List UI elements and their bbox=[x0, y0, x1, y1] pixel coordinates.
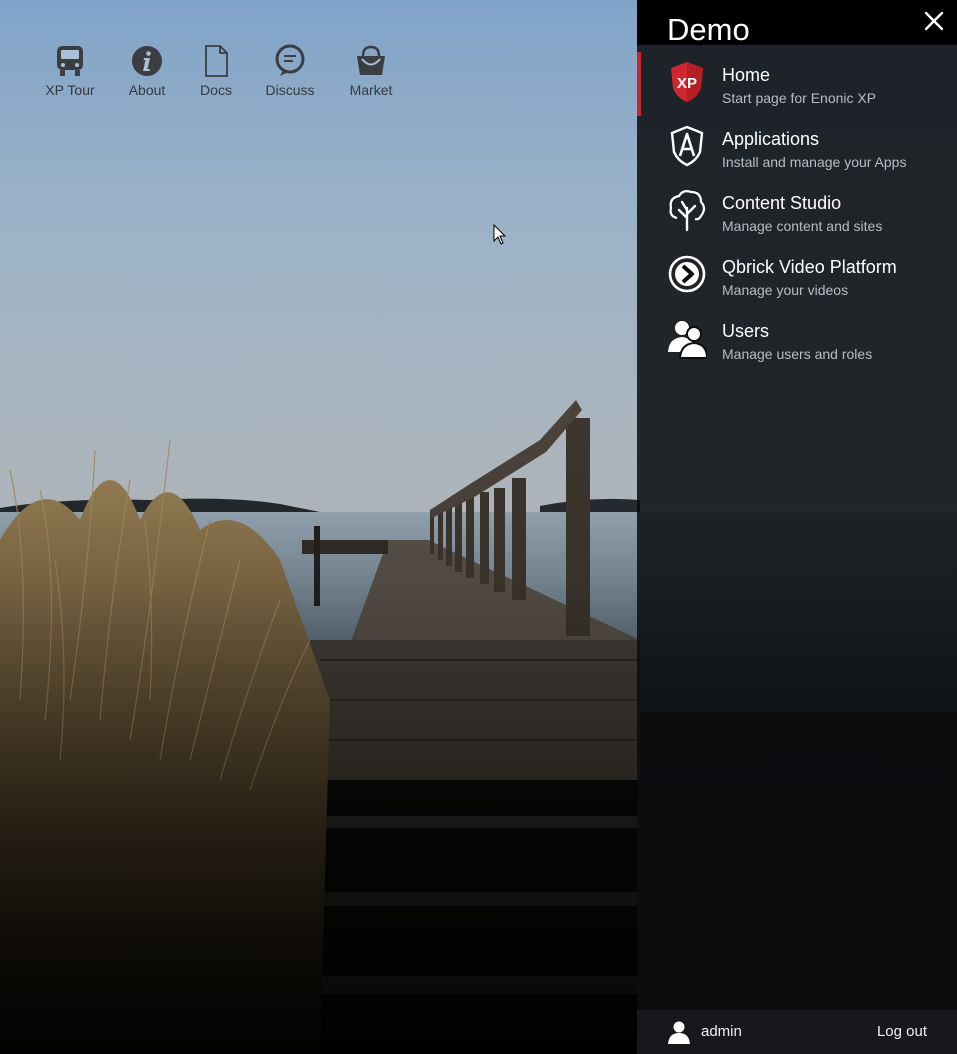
app-description: Manage your videos bbox=[722, 282, 849, 298]
chat-bubble-icon bbox=[275, 44, 305, 76]
info-icon bbox=[132, 46, 162, 76]
svg-text:XP: XP bbox=[677, 75, 697, 92]
about-label: About bbox=[128, 82, 166, 98]
user-icon bbox=[668, 1021, 690, 1044]
launcher-title: Demo bbox=[667, 12, 750, 47]
tree-icon bbox=[669, 190, 706, 232]
app-name: Home bbox=[722, 65, 771, 85]
market-label: Market bbox=[349, 82, 393, 98]
app-item-qbrick-video-platform[interactable]: Qbrick Video Platform Manage your videos bbox=[637, 244, 957, 308]
xp-tour-label: XP Tour bbox=[45, 82, 95, 98]
xp-tour-button[interactable]: XP Tour bbox=[35, 44, 105, 98]
mouse-cursor-icon bbox=[493, 224, 507, 245]
app-item-applications[interactable]: Applications Install and manage your App… bbox=[637, 116, 957, 180]
xp-shield-icon: XP bbox=[671, 62, 703, 102]
app-name: Applications bbox=[722, 129, 820, 149]
basket-icon bbox=[357, 45, 385, 75]
username: admin bbox=[701, 1023, 742, 1040]
app-item-home[interactable]: XP Home Start page for Enonic XP bbox=[637, 52, 957, 116]
logout-link[interactable]: Log out bbox=[877, 1023, 927, 1040]
document-icon bbox=[205, 45, 228, 77]
bus-icon bbox=[57, 46, 83, 76]
app-description: Manage users and roles bbox=[722, 346, 873, 362]
docs-button[interactable]: Docs bbox=[181, 44, 251, 98]
app-description: Start page for Enonic XP bbox=[722, 90, 877, 106]
launcher-panel: Demo XP Home Start page for Enonic XP Ap… bbox=[637, 0, 957, 1054]
close-icon[interactable] bbox=[923, 10, 945, 32]
chevron-circle-icon bbox=[668, 255, 706, 293]
users-icon bbox=[668, 321, 707, 359]
app-name: Qbrick Video Platform bbox=[722, 257, 897, 277]
launcher-footer: admin Log out bbox=[637, 1010, 957, 1054]
launcher-header: Demo bbox=[637, 0, 957, 47]
about-button[interactable]: About bbox=[112, 44, 182, 98]
app-item-users[interactable]: Users Manage users and roles bbox=[637, 308, 957, 372]
app-description: Install and manage your Apps bbox=[722, 154, 907, 170]
applications-shield-icon bbox=[670, 125, 704, 167]
app-list: XP Home Start page for Enonic XP Applica… bbox=[637, 52, 957, 372]
app-name: Content Studio bbox=[722, 193, 842, 213]
app-item-content-studio[interactable]: Content Studio Manage content and sites bbox=[637, 180, 957, 244]
discuss-button[interactable]: Discuss bbox=[255, 44, 325, 98]
discuss-label: Discuss bbox=[265, 82, 315, 98]
app-description: Manage content and sites bbox=[722, 218, 883, 234]
app-name: Users bbox=[722, 321, 770, 341]
docs-label: Docs bbox=[200, 82, 232, 98]
market-button[interactable]: Market bbox=[336, 44, 406, 98]
